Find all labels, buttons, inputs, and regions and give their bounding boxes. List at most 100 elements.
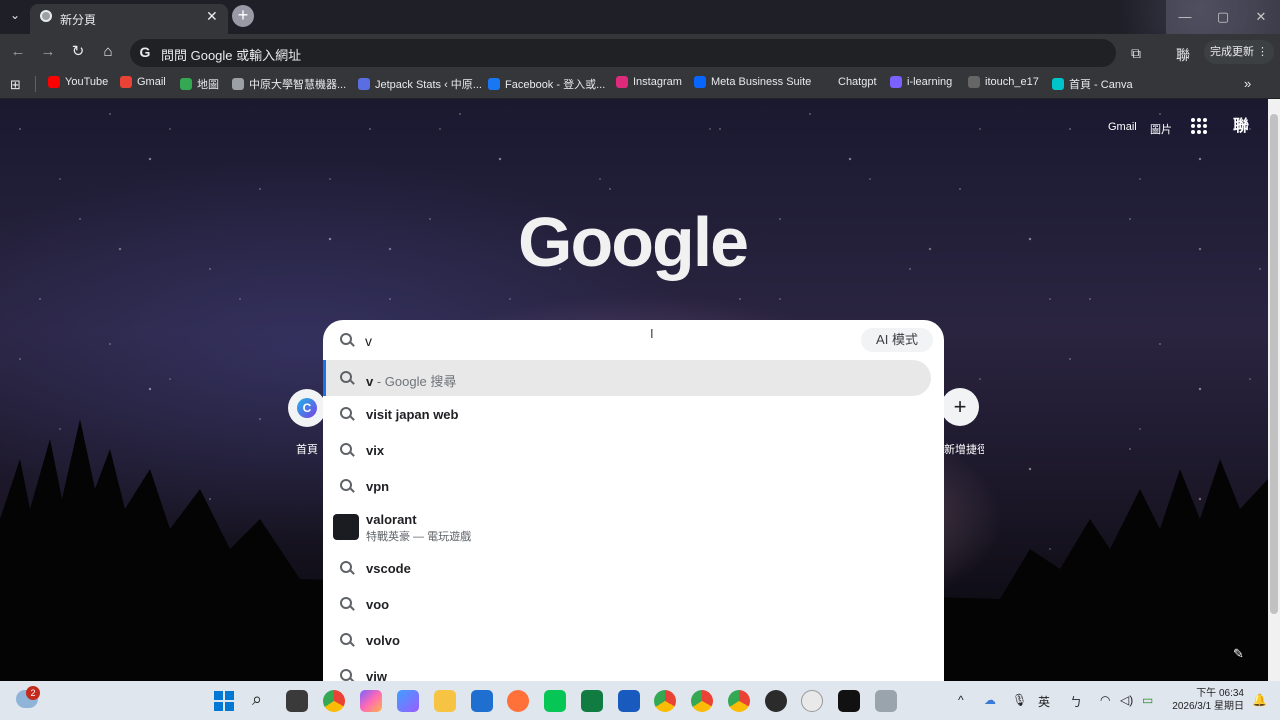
notification-bell-icon[interactable]: 🔔: [1252, 693, 1267, 707]
suggestion-item[interactable]: volvo: [323, 622, 944, 658]
chrome-profile-1-icon[interactable]: [654, 690, 676, 712]
account-avatar[interactable]: 聯: [1230, 116, 1252, 138]
search-taskbar-icon[interactable]: ⌕: [252, 689, 262, 710]
bookmark-label: Jetpack Stats ‹ 中原...: [375, 79, 482, 91]
bookmark-1[interactable]: Gmail: [120, 76, 166, 88]
wifi-icon[interactable]: ◠: [1100, 693, 1110, 707]
back-icon[interactable]: ←: [8, 42, 28, 62]
suggestion-item[interactable]: voo: [323, 586, 944, 622]
file-explorer-icon[interactable]: [434, 690, 456, 712]
suggestion-text: voo: [366, 597, 389, 612]
clock-date: 2026/3/1 星期日: [1172, 701, 1244, 712]
volume-icon[interactable]: ◁): [1120, 693, 1133, 707]
profile-button[interactable]: 聯: [1176, 45, 1190, 65]
bookmark-3[interactable]: 中原大學智慧機器...: [232, 76, 346, 92]
new-tab-button[interactable]: +: [232, 5, 254, 27]
suggestion-item[interactable]: visit japan web: [323, 396, 944, 432]
hidden-icons-chevron[interactable]: ^: [958, 693, 964, 707]
bookmark-10[interactable]: itouch_e17: [968, 76, 1039, 88]
m365-icon[interactable]: [397, 690, 419, 712]
reload-icon[interactable]: ↻: [68, 42, 88, 62]
suggestion-item[interactable]: vscode: [323, 550, 944, 586]
bookmark-label: 地圖: [197, 79, 219, 91]
gmail-link[interactable]: Gmail: [1108, 121, 1137, 133]
minimize-button[interactable]: —: [1166, 0, 1204, 34]
home-icon[interactable]: ⌂: [98, 42, 118, 62]
suggestion-item[interactable]: viw: [323, 658, 944, 681]
add-shortcut-label: 新增捷徑: [944, 444, 984, 456]
bookmark-7[interactable]: Meta Business Suite: [694, 76, 811, 88]
customize-pencil-icon[interactable]: ✎: [1233, 646, 1244, 662]
bookmark-9[interactable]: i-learning: [890, 76, 952, 88]
bookmark-11[interactable]: 首頁 - Canva: [1052, 76, 1133, 92]
tab-close-icon[interactable]: ✕: [206, 8, 218, 25]
app-icon[interactable]: [875, 690, 897, 712]
tab-search-button[interactable]: ⌄: [10, 8, 20, 22]
chrome-profile-2-icon[interactable]: [691, 690, 713, 712]
a-icon: [968, 76, 980, 88]
clock[interactable]: 下午 06:34 2026/3/1 星期日: [1172, 687, 1244, 713]
obs-icon[interactable]: [765, 690, 787, 712]
task-view-icon[interactable]: [286, 690, 308, 712]
bookmark-label: Facebook - 登入或...: [505, 79, 606, 91]
suggestion-query: vix: [366, 443, 385, 458]
bookmark-5[interactable]: Facebook - 登入或...: [488, 76, 605, 92]
ime-mode[interactable]: 英: [1038, 693, 1050, 710]
search-input[interactable]: v: [365, 333, 372, 349]
chrome-profile-3-icon[interactable]: [728, 690, 750, 712]
bookmarks-overflow-icon[interactable]: »: [1244, 76, 1251, 91]
excel-icon[interactable]: [581, 690, 603, 712]
tab-title: 新分頁: [60, 13, 97, 27]
bookmark-2[interactable]: 地圖: [180, 76, 219, 92]
forward-icon[interactable]: →: [38, 42, 58, 62]
battery-icon[interactable]: ▭: [1142, 693, 1153, 707]
bookmark-4[interactable]: Jetpack Stats ‹ 中原...: [358, 76, 482, 92]
ime-zhuyin[interactable]: ㄅ: [1070, 693, 1082, 710]
google-logo: Google: [518, 203, 749, 281]
search-icon: [340, 333, 354, 347]
bookmark-6[interactable]: Instagram: [616, 76, 682, 88]
onedrive-icon[interactable]: ☁: [984, 693, 996, 707]
facebook-icon: [488, 78, 500, 90]
word-icon[interactable]: [618, 690, 640, 712]
capcut-icon[interactable]: [838, 690, 860, 712]
suggestion-item[interactable]: vix: [323, 432, 944, 468]
valorant-thumbnail: [333, 514, 359, 540]
pen-app-icon[interactable]: [801, 690, 823, 712]
m-icon: [890, 76, 902, 88]
instagram-icon: [616, 76, 628, 88]
close-window-button[interactable]: ✕: [1242, 0, 1280, 34]
suggestion-valorant-title[interactable]: valorant: [366, 512, 417, 527]
ai-mode-button[interactable]: AI 模式: [861, 328, 933, 352]
copilot-icon[interactable]: [360, 690, 382, 712]
images-link[interactable]: 圖片: [1150, 121, 1172, 137]
store-icon[interactable]: [471, 690, 493, 712]
bookmark-0[interactable]: YouTube: [48, 76, 108, 88]
clock-time: 下午 06:34: [1196, 688, 1244, 699]
suggestion-query: voo: [366, 597, 390, 612]
chrome-taskbar-icon[interactable]: [323, 690, 345, 712]
line-icon[interactable]: [544, 690, 566, 712]
address-bar-placeholder[interactable]: 問問 Google 或輸入網址: [161, 45, 301, 64]
search-icon: [340, 669, 354, 681]
update-button[interactable]: 完成更新 ⋮: [1204, 40, 1274, 64]
bookmark-8[interactable]: Chatgpt: [838, 76, 877, 88]
text-cursor-icon: I: [650, 326, 654, 341]
apps-grid-icon[interactable]: ⊞: [10, 77, 21, 93]
microphone-icon[interactable]: 🎙: [1012, 693, 1027, 707]
taskbar: [0, 681, 1280, 720]
search-icon: [340, 443, 354, 457]
scrollbar-thumb[interactable]: [1270, 114, 1278, 614]
google-apps-icon[interactable]: [1190, 117, 1208, 135]
suggestion-item[interactable]: vpn: [323, 468, 944, 504]
windows-start-icon[interactable]: [214, 691, 234, 711]
search-box[interactable]: v AI 模式: [323, 320, 944, 360]
search-icon: [340, 561, 354, 575]
suggestion-item[interactable]: v - Google 搜尋: [326, 360, 931, 396]
extensions-icon[interactable]: ⧉: [1131, 45, 1141, 62]
suggestion-text: volvo: [366, 633, 400, 648]
add-shortcut-button[interactable]: +: [941, 388, 979, 426]
wordpress-icon: [358, 78, 370, 90]
firefox-icon[interactable]: [507, 690, 529, 712]
maximize-button[interactable]: ▢: [1204, 0, 1242, 34]
